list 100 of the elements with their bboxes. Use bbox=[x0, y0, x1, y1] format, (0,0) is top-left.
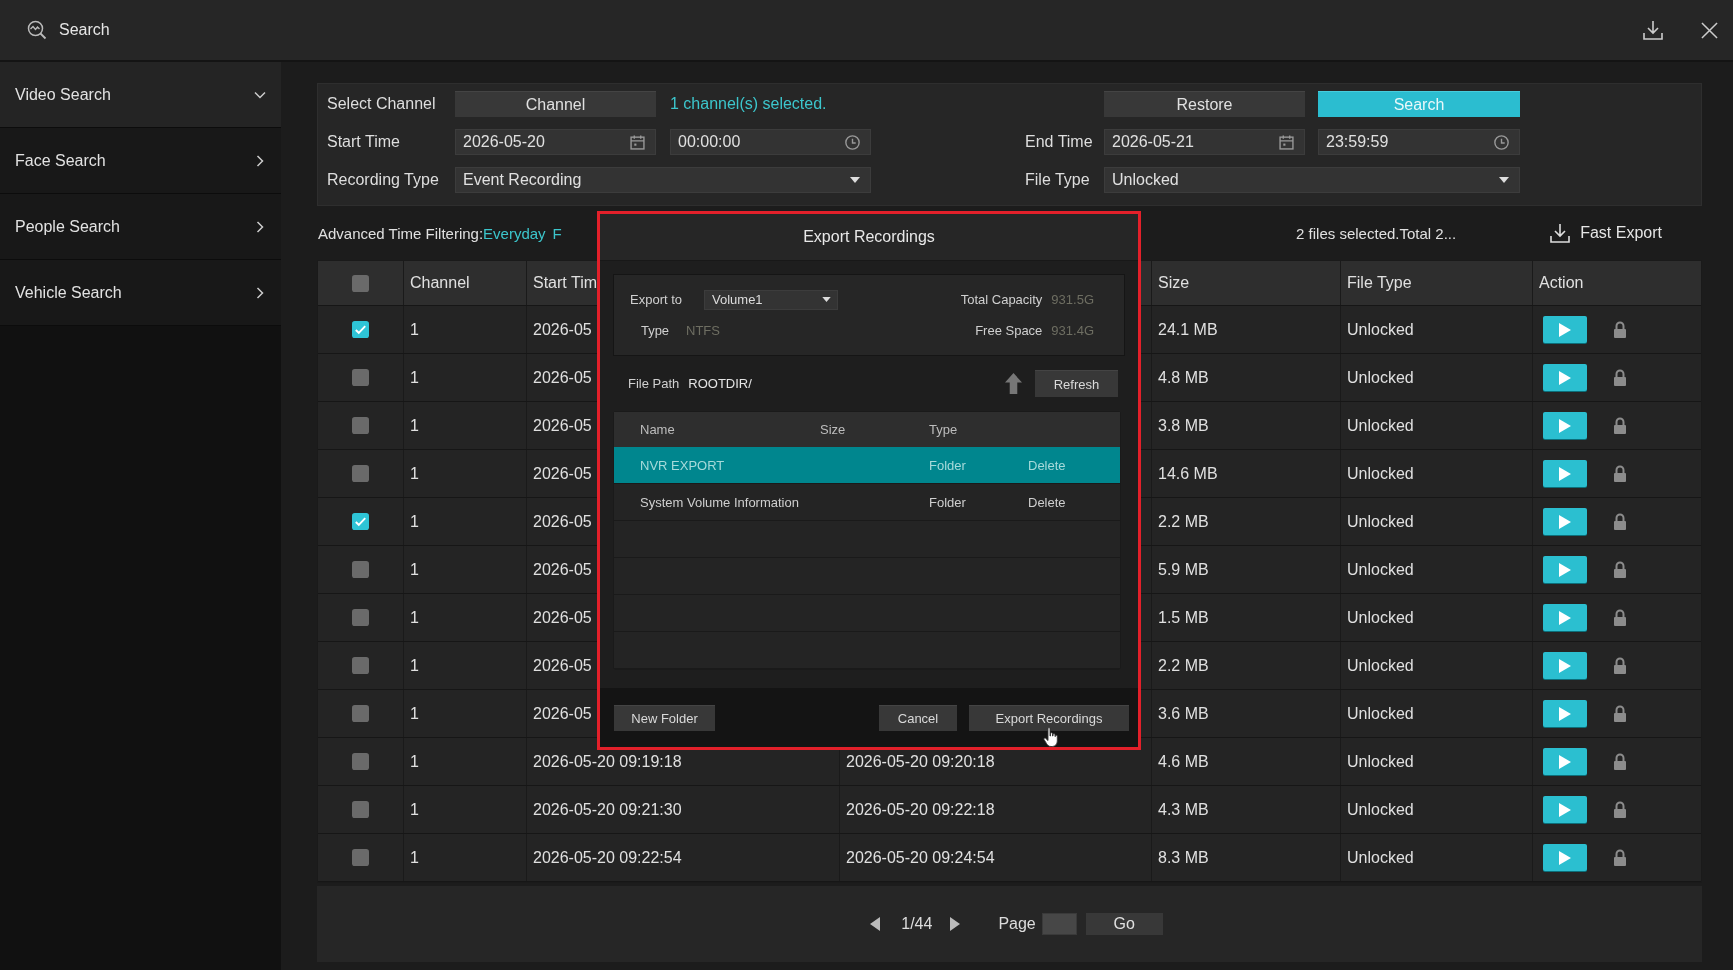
play-button[interactable] bbox=[1543, 508, 1587, 535]
table-cell: 2.2 MB bbox=[1158, 656, 1209, 675]
checkbox[interactable] bbox=[352, 849, 369, 866]
padlock-icon[interactable] bbox=[1613, 465, 1627, 482]
export-button[interactable]: Export Recordings bbox=[969, 704, 1129, 731]
play-button[interactable] bbox=[1543, 700, 1587, 727]
channel-button[interactable]: Channel bbox=[455, 91, 656, 117]
sidebar-item[interactable]: Vehicle Search bbox=[0, 260, 281, 326]
caret-icon bbox=[1499, 177, 1509, 183]
padlock-icon[interactable] bbox=[1613, 513, 1627, 530]
play-button[interactable] bbox=[1543, 652, 1587, 679]
table-cell: 4.3 MB bbox=[1158, 800, 1209, 819]
padlock-icon[interactable] bbox=[1613, 417, 1627, 434]
sidebar-item[interactable]: Video Search bbox=[0, 62, 281, 128]
sidebar-item[interactable]: Face Search bbox=[0, 128, 281, 194]
refresh-button[interactable]: Refresh bbox=[1035, 370, 1118, 397]
table-cell: 14.6 MB bbox=[1158, 464, 1218, 483]
play-icon bbox=[1559, 658, 1571, 673]
play-icon bbox=[1559, 418, 1571, 433]
play-button[interactable] bbox=[1543, 796, 1587, 823]
fast-export-button[interactable]: Fast Export bbox=[1550, 223, 1662, 243]
cancel-button[interactable]: Cancel bbox=[879, 704, 957, 731]
padlock-icon[interactable] bbox=[1613, 561, 1627, 578]
table-cell: Unlocked bbox=[1347, 656, 1414, 675]
play-button[interactable] bbox=[1543, 364, 1587, 391]
file-type-dropdown[interactable]: Unlocked bbox=[1104, 167, 1520, 193]
play-icon bbox=[1559, 514, 1571, 529]
folder-type: Folder bbox=[929, 457, 967, 473]
filter-value[interactable]: F bbox=[552, 224, 562, 242]
new-folder-button[interactable]: New Folder bbox=[614, 704, 715, 731]
restore-button[interactable]: Restore bbox=[1104, 91, 1305, 117]
padlock-icon[interactable] bbox=[1613, 849, 1627, 866]
export-to-dropdown[interactable]: Volume1 bbox=[704, 289, 838, 310]
table-cell: 2026-05 bbox=[533, 656, 592, 675]
padlock-icon[interactable] bbox=[1613, 609, 1627, 626]
padlock-icon[interactable] bbox=[1613, 705, 1627, 722]
checkbox[interactable] bbox=[352, 513, 369, 530]
delete-link[interactable]: Delete bbox=[1028, 494, 1120, 510]
checkbox[interactable] bbox=[352, 321, 369, 338]
play-button[interactable] bbox=[1543, 844, 1587, 871]
dialog-title: Export Recordings bbox=[803, 228, 935, 246]
page-input-field[interactable] bbox=[1041, 913, 1077, 935]
download-icon[interactable] bbox=[1643, 20, 1663, 40]
table-cell: 4.8 MB bbox=[1158, 368, 1209, 387]
table-cell: 1 bbox=[410, 848, 419, 867]
padlock-icon[interactable] bbox=[1613, 321, 1627, 338]
table-cell: Unlocked bbox=[1347, 848, 1414, 867]
padlock-icon[interactable] bbox=[1613, 657, 1627, 674]
table-cell: 2026-05-20 09:24:54 bbox=[846, 848, 995, 867]
padlock-icon[interactable] bbox=[1613, 369, 1627, 386]
close-icon[interactable] bbox=[1701, 21, 1718, 39]
play-button[interactable] bbox=[1543, 316, 1587, 343]
checkbox[interactable] bbox=[352, 609, 369, 626]
sidebar-item[interactable]: People Search bbox=[0, 194, 281, 260]
play-button[interactable] bbox=[1543, 556, 1587, 583]
table-cell: 2026-05 bbox=[533, 608, 592, 627]
checkbox[interactable] bbox=[352, 417, 369, 434]
play-icon bbox=[1559, 850, 1571, 865]
table-cell: Unlocked bbox=[1347, 464, 1414, 483]
folder-name: System Volume Information bbox=[640, 494, 800, 510]
checkbox[interactable] bbox=[352, 753, 369, 770]
column-header: Size bbox=[820, 422, 847, 437]
recording-type-dropdown[interactable]: Event Recording bbox=[455, 167, 871, 193]
checkbox[interactable] bbox=[352, 369, 369, 386]
channel-status: 1 channel(s) selected. bbox=[670, 95, 828, 113]
folder-type: Folder bbox=[929, 494, 967, 510]
field-label: Select Channel bbox=[327, 95, 437, 113]
next-page-icon[interactable] bbox=[950, 917, 961, 931]
table-cell: 2026-05 bbox=[533, 416, 592, 435]
padlock-icon[interactable] bbox=[1613, 801, 1627, 818]
free-space-value: 931.4G bbox=[1051, 323, 1094, 338]
date-field[interactable]: 2026-05-20 bbox=[455, 129, 656, 155]
play-icon bbox=[1559, 370, 1571, 385]
table-cell: 2026-05 bbox=[533, 560, 592, 579]
table-cell: 1 bbox=[410, 608, 419, 627]
caret-icon bbox=[850, 177, 860, 183]
field-label: Start Time bbox=[327, 133, 401, 151]
checkbox[interactable] bbox=[352, 465, 369, 482]
play-button[interactable] bbox=[1543, 604, 1587, 631]
table-cell: 3.6 MB bbox=[1158, 704, 1209, 723]
field-label: Free Space bbox=[974, 323, 1043, 338]
go-button[interactable]: Go bbox=[1085, 913, 1163, 935]
table-cell: 1 bbox=[410, 560, 419, 579]
checkbox[interactable] bbox=[352, 705, 369, 722]
up-arrow-icon[interactable] bbox=[1005, 373, 1022, 394]
filter-value[interactable]: Everyday bbox=[483, 224, 546, 242]
previous-page-icon[interactable] bbox=[870, 917, 881, 931]
play-button[interactable] bbox=[1543, 748, 1587, 775]
time-field[interactable]: 00:00:00 bbox=[670, 129, 871, 155]
play-button[interactable] bbox=[1543, 412, 1587, 439]
play-button[interactable] bbox=[1543, 460, 1587, 487]
time-field[interactable]: 23:59:59 bbox=[1318, 129, 1520, 155]
checkbox[interactable] bbox=[352, 657, 369, 674]
checkbox[interactable] bbox=[352, 274, 369, 292]
date-field[interactable]: 2026-05-21 bbox=[1104, 129, 1305, 155]
checkbox[interactable] bbox=[352, 801, 369, 818]
field-label: File Type bbox=[1025, 171, 1091, 189]
checkbox[interactable] bbox=[352, 561, 369, 578]
table-cell: 2.2 MB bbox=[1158, 512, 1209, 531]
padlock-icon[interactable] bbox=[1613, 753, 1627, 770]
